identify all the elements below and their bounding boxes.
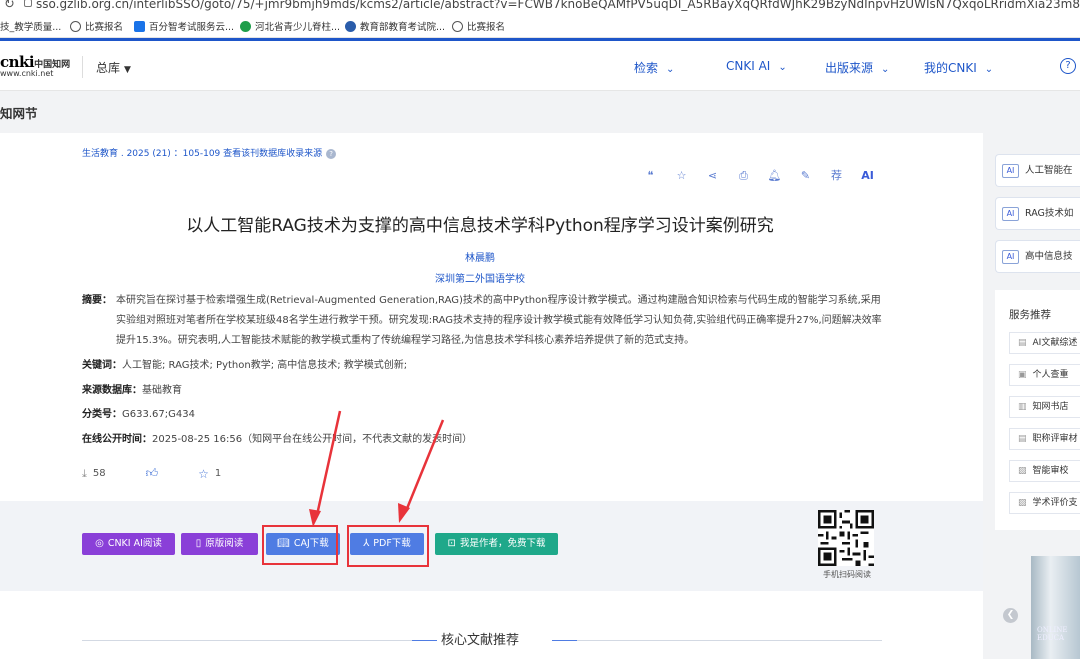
pubtime-row: 在线公开时间：2025-08-25 16:56（知网平台在线公开时间，不代表文献…: [82, 434, 473, 445]
journal-source[interactable]: 生活教育 . 2025 (21) ：105-109 查看该刊数据库收录来源?: [82, 146, 337, 159]
site-info-icon[interactable]: [24, 0, 32, 7]
site-icon: [240, 20, 251, 32]
bookmarks-bar: 技_教学质量... 比赛报名 百分智考试服务云... 河北省青少儿脊柱... 教…: [0, 14, 1080, 38]
chevron-down-icon: ⌄: [984, 64, 994, 75]
service-item[interactable]: ▤ AI文献综述: [1009, 332, 1080, 354]
ai-icon: ◎: [95, 538, 104, 549]
help-icon[interactable]: ?: [1060, 58, 1076, 74]
ai-recommend-item[interactable]: AI 人工智能在: [995, 154, 1080, 187]
abstract-text: 本研究旨在探讨基于检索增强生成(Retrieval-Augmented Gene…: [116, 295, 882, 346]
service-item[interactable]: ▥ 知网书店: [1009, 396, 1080, 418]
service-item[interactable]: ▣ 个人查重: [1009, 364, 1080, 386]
edit-icon[interactable]: ✎: [795, 167, 816, 184]
print-icon[interactable]: ⎙: [733, 167, 754, 184]
ai-recommend-item[interactable]: AI 高中信息技: [995, 240, 1080, 273]
book-cover-image[interactable]: ONLINE EDUCA: [1031, 556, 1080, 659]
bookmark-item[interactable]: 比赛报名: [452, 19, 505, 33]
bell-icon[interactable]: 🔔︎: [764, 167, 785, 184]
nav-cnki-ai[interactable]: CNKI AI ⌄: [726, 59, 787, 73]
qr-label: 手机扫码阅读: [823, 570, 871, 579]
star-icon[interactable]: ☆: [671, 167, 692, 184]
keywords[interactable]: 人工智能; RAG技术; Python教学; 高中信息技术; 教学模式创新;: [122, 360, 407, 371]
globe-icon: [70, 20, 81, 32]
institution-link[interactable]: 深圳第二外国语学校: [0, 270, 960, 285]
ai-tag: AI: [1002, 163, 1019, 178]
article-toolbar: ❝ ☆ ⋖ ⎙ 🔔︎ ✎ 荐 AI: [640, 167, 878, 184]
page-section-title: 知网节: [0, 106, 38, 121]
url-text[interactable]: sso.gzlib.org.cn/interlibSSO/goto/75/+jm…: [36, 0, 1080, 11]
bookmark-item[interactable]: 教育部教育考试院...: [345, 19, 445, 33]
star-icon: ☆: [198, 466, 209, 481]
document-icon: ▤: [1018, 434, 1027, 444]
article-stats: ⤓ 58 👍︎ ☆ 1: [82, 466, 261, 481]
proofread-icon: ▧: [1018, 466, 1027, 476]
book-icon: ▥: [1018, 402, 1027, 412]
article-title: 以人工智能RAG技术为支撑的高中信息技术学科Python程序学习设计案例研究: [186, 216, 774, 236]
services-title: 服务推荐: [1009, 309, 1051, 321]
question-icon[interactable]: ?: [326, 149, 337, 159]
bookmark-item[interactable]: 河北省青少儿脊柱...: [240, 19, 340, 33]
evaluate-icon: ▨: [1018, 498, 1027, 508]
globe-icon: [452, 20, 463, 32]
share-icon[interactable]: ⋖: [702, 167, 723, 184]
highlight-box-caj: [262, 525, 338, 565]
cnki-logo[interactable]: cnki中国知网 www.cnki.net: [0, 53, 70, 78]
abstract-label: 摘要：: [82, 295, 112, 306]
zongku-dropdown[interactable]: 总库 ▼: [96, 59, 131, 76]
bookmark-item[interactable]: 百分智考试服务云...: [134, 19, 234, 33]
author-link[interactable]: 林晨鹏: [0, 249, 960, 264]
download-count: ⤓ 58: [82, 466, 106, 480]
nav-publication-source[interactable]: 出版来源 ⌄: [825, 59, 889, 76]
right-sidebar: AI 人工智能在 AI RAG技术如 AI 高中信息技 服务推荐 ▤ AI文献综述 ▣ 个…: [983, 133, 1080, 659]
service-item[interactable]: ▤ 职称评审材: [1009, 428, 1080, 450]
chevron-down-icon: ⌄: [881, 64, 890, 75]
check-icon: ▣: [1018, 370, 1027, 380]
divider: [577, 640, 882, 641]
site-header: cnki中国知网 www.cnki.net 总库 ▼ 检索 ⌄ CNKI AI ⌄ 出…: [0, 41, 1080, 91]
carousel-prev-button[interactable]: ❮: [1003, 608, 1018, 623]
ai-tag: AI: [1002, 249, 1019, 264]
download-strip: ◎ CNKI AI阅读 ▯ 原版阅读 📖︎ CAJ下载 ⅄ PDF下载 ⊡ 我是作者，免费…: [0, 501, 983, 591]
nav-my-cnki[interactable]: 我的CNKI ⌄: [924, 59, 993, 76]
browser-url-bar[interactable]: ↻ sso.gzlib.org.cn/interlibSSO/goto/75/+…: [0, 0, 1080, 14]
download-icon: ⊡: [447, 538, 456, 549]
divider: [552, 640, 577, 641]
site-icon: [134, 20, 145, 32]
sub-header: 知网节: [0, 92, 1080, 132]
like-button[interactable]: 👍︎: [146, 466, 159, 481]
favorite-count[interactable]: ☆ 1: [198, 467, 221, 481]
reload-icon[interactable]: ↻: [4, 0, 15, 12]
ai-icon[interactable]: AI: [857, 167, 878, 184]
qr-code[interactable]: [818, 510, 874, 566]
download-icon: ⤓: [82, 466, 87, 480]
site-icon: [345, 20, 356, 32]
nav-search[interactable]: 检索 ⌄: [634, 59, 674, 76]
database-row: 来源数据库：基础教育: [82, 385, 182, 396]
chevron-down-icon: ⌄: [778, 62, 787, 73]
book-icon: ▯: [195, 538, 202, 549]
caret-down-icon: ▼: [124, 65, 131, 75]
divider: [82, 56, 83, 78]
ai-recommend-item[interactable]: AI RAG技术如: [995, 197, 1080, 230]
services-panel: 服务推荐 ▤ AI文献综述 ▣ 个人查重 ▥ 知网书店 ▤ 职称评审材 ▧ 智能审校 ▨ 学…: [995, 290, 1080, 530]
abstract: 摘要： 本研究旨在探讨基于检索增强生成(Retrieval-Augmented …: [82, 291, 882, 351]
recommend-icon[interactable]: 荐: [826, 167, 847, 184]
author-free-download-button[interactable]: ⊡ 我是作者，免费下载: [435, 533, 558, 555]
document-icon: ▤: [1018, 338, 1027, 348]
service-item[interactable]: ▨ 学术评价支: [1009, 492, 1080, 514]
cnki-ai-read-button[interactable]: ◎ CNKI AI阅读: [82, 533, 175, 555]
keywords-row: 关键词：人工智能; RAG技术; Python教学; 高中信息技术; 教学模式创…: [82, 360, 408, 371]
thumbs-up-icon: 👍︎: [145, 466, 159, 480]
bookmark-item[interactable]: 技_教学质量...: [0, 19, 61, 33]
classification-row: 分类号：G633.67;G434: [82, 409, 195, 420]
original-read-button[interactable]: ▯ 原版阅读: [181, 533, 258, 555]
service-item[interactable]: ▧ 智能审校: [1009, 460, 1080, 482]
article-card: 生活教育 . 2025 (21) ：105-109 查看该刊数据库收录来源? ❝…: [0, 133, 983, 659]
chevron-down-icon: ⌄: [666, 64, 675, 75]
ai-tag: AI: [1002, 206, 1019, 221]
highlight-box-pdf: [347, 525, 429, 567]
quote-icon[interactable]: ❝: [640, 167, 661, 184]
bookmark-item[interactable]: 比赛报名: [70, 19, 123, 33]
